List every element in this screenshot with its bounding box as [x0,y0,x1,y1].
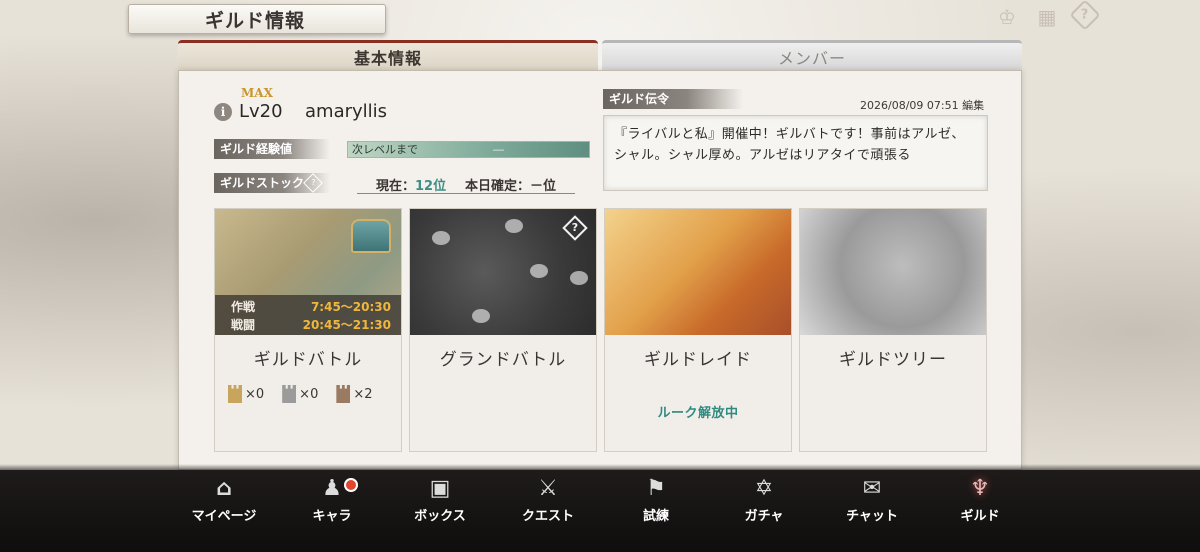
guild-battle-image: 作戦 7:45～20:30 戦闘 20:45～21:30 [215,209,401,335]
nav-item-gacha[interactable]: ✡ ガチャ [710,476,818,546]
chat-icon: ✉ [862,476,882,501]
grand-battle-help-icon[interactable]: ? [562,215,588,241]
exp-bar-text: 次レベルまで [352,143,418,156]
nav-item-guild[interactable]: ♆ ギルド [926,476,1034,546]
stock-current-value: 12位 [415,179,447,194]
guild-exp-label: ギルド経験値 [214,139,330,159]
schedule-label: 戦闘 [231,318,256,332]
castle-marker-icon [570,271,588,285]
info-icon[interactable]: i [214,103,232,121]
castle-marker-icon [432,231,450,245]
nav-item-quest[interactable]: ⚔ クエスト [494,476,602,546]
guild-tree-image [800,209,986,335]
guild-raid-image [605,209,791,335]
top-icon-bar: ♔ ▦ ? [994,0,1101,31]
castle-marker-icon [530,264,548,278]
nav-label: マイページ [191,509,257,524]
nav-label: ボックス [414,509,466,524]
stock-current-label: 現在： [376,179,416,194]
home-icon: ⌂ [216,476,232,501]
calendar-icon[interactable]: ▦ [1034,4,1060,30]
flag-icon: ⚑ [646,476,666,501]
tab-members[interactable]: メンバー [602,40,1022,70]
tower-count: ×2 [353,386,373,402]
nav-label: ガチャ [744,509,784,524]
page-title-text: ギルド情報 [205,9,306,32]
stock-current: 現在：12位 [376,175,446,194]
notice-text: 『ライバルと私』開催中！ギルバトです！事前はアルゼ、シャル。シャル厚め。アルゼは… [614,127,965,163]
nav-item-chat[interactable]: ✉ チャット [818,476,926,546]
nav-label: ギルド [960,509,1000,524]
nav-label: 試練 [642,509,669,524]
characters-icon: ♟ [322,476,342,501]
raid-status: ルーク解放中 [657,406,739,421]
card-guild-tree[interactable]: ギルドツリー [799,208,987,452]
notice-date[interactable]: 2026/08/09 07:51 編集 [860,97,984,113]
exp-bar-value: ― [493,143,504,156]
card-title: ギルドバトル [253,350,363,370]
tab-basic-info[interactable]: 基本情報 [178,40,598,70]
castle-marker-icon [505,219,523,233]
gold-tower-icon [228,385,242,403]
swords-icon: ⚔ [538,476,558,501]
silver-tower-icon [282,385,297,403]
bottom-nav: ⌂ マイページ ♟ キャラ ▣ ボックス ⚔ クエスト ⚑ 試練 ✡ ガチャ ✉… [170,476,1034,546]
page-title: ギルド情報 [128,4,386,34]
nav-label: チャット [846,509,898,524]
gacha-icon: ✡ [754,476,774,501]
nav-item-mypage[interactable]: ⌂ マイページ [170,476,278,546]
guild-exp-bar: 次レベルまで ― [347,141,590,158]
schedule-time: 20:45～21:30 [302,318,391,332]
tower-counts: ×0 ×0 ×2 [228,385,373,403]
card-title: グランドバトル [439,350,567,370]
guild-icon: ♆ [970,476,990,501]
castle-marker-icon [472,309,490,323]
tower-count-item: ×0 [282,385,318,403]
schedule-label: 作戦 [231,300,256,314]
tower-count: ×0 [245,386,265,402]
tower-count-item: ×0 [228,385,264,403]
nav-item-box[interactable]: ▣ ボックス [386,476,494,546]
card-title: ギルドツリー [839,350,947,370]
help-icon[interactable]: ? [1069,0,1101,31]
nav-item-characters[interactable]: ♟ キャラ [278,476,386,546]
crown-icon[interactable]: ♔ [994,4,1020,30]
card-guild-battle[interactable]: 作戦 7:45～20:30 戦闘 20:45～21:30 ギルドバトル [214,208,402,452]
tab-basic-info-label: 基本情報 [353,48,422,68]
tower-count-item: ×2 [336,385,373,403]
tab-members-label: メンバー [777,48,846,68]
chest-icon [351,219,391,253]
nav-label: クエスト [521,509,574,524]
notice-box[interactable]: 『ライバルと私』開催中！ギルバトです！事前はアルゼ、シャル。シャル厚め。アルゼは… [603,115,988,191]
guild-level: Lv20 [239,101,283,122]
notice-label: ギルド伝令 [603,89,743,109]
guild-name: amaryllis [305,101,388,122]
max-label: MAX [241,86,273,100]
stock-today: 本日確定：－位 [465,179,557,194]
card-grand-battle[interactable]: ? グランドバトル [409,208,597,452]
bronze-tower-icon [336,385,351,403]
stock-divider [357,193,575,194]
nav-item-trial[interactable]: ⚑ 試練 [602,476,710,546]
card-title: ギルドレイド [644,350,752,370]
grand-battle-image: ? [410,209,596,335]
tower-count: ×0 [299,386,319,402]
nav-label: キャラ [312,509,352,524]
schedule-row: 作戦 7:45～20:30 [231,298,391,315]
schedule-row: 戦闘 20:45～21:30 [231,316,391,333]
schedule-time: 7:45～20:30 [310,300,391,314]
box-icon: ▣ [429,476,451,501]
battle-schedule: 作戦 7:45～20:30 戦闘 20:45～21:30 [215,295,401,335]
notification-badge [344,478,358,492]
